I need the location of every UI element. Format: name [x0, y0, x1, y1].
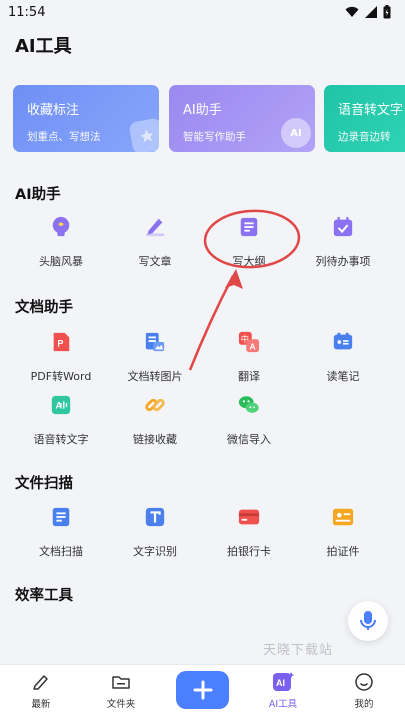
tool-label: 链接收藏 [133, 433, 177, 446]
section-title-file-scan: 文件扫描 [15, 476, 73, 492]
watermark: 天晓下载站 [263, 643, 334, 658]
doc-scan-icon [52, 507, 70, 527]
svg-text:AI: AI [276, 678, 285, 688]
tool-label: 文档转图片 [127, 370, 183, 383]
mic-button[interactable] [348, 601, 388, 641]
smile-icon [355, 673, 373, 691]
tool-write-outline[interactable]: 写大纲 [201, 216, 297, 269]
tool-label: 头脑风暴 [39, 255, 83, 268]
section-title-ai-assistant: AI助手 [15, 187, 61, 203]
folder-icon [112, 676, 130, 689]
pdf-icon: P [53, 332, 70, 352]
notes-icon [333, 332, 353, 350]
text-recognition-icon [145, 507, 165, 527]
nav-label: 我的 [354, 699, 374, 710]
card-voice-to-text[interactable]: 语音转文字 边录音边转 [324, 85, 405, 152]
tool-link-favorites[interactable]: 链接收藏 [107, 394, 203, 447]
ai-icon: AI [273, 672, 294, 691]
card-title: 收藏标注 [27, 103, 80, 118]
battery-icon [383, 5, 391, 19]
card-title: 语音转文字 [338, 103, 404, 118]
nav-label: 最新 [31, 699, 51, 710]
plus-icon [193, 680, 212, 700]
outline-doc-icon [240, 217, 258, 237]
tool-doc-scan[interactable]: 文档扫描 [13, 506, 109, 559]
nav-label: AI工具 [268, 699, 298, 710]
signal-icon [365, 6, 377, 18]
tool-text-recognition[interactable]: 文字识别 [107, 506, 203, 559]
feature-cards: 收藏标注 划重点、写想法 AI助手 智能写作助手 AI 语音转文字 边录音边转 [13, 85, 405, 153]
section-title-doc-assistant: 文档助手 [15, 300, 73, 316]
tool-label: 列待办事项 [315, 255, 371, 268]
status-icons [345, 5, 391, 19]
microphone-icon [360, 611, 376, 630]
wifi-icon [345, 6, 359, 17]
tool-read-notes[interactable]: 读笔记 [295, 331, 391, 384]
nav-label: 文件夹 [106, 699, 136, 710]
tool-label: 读笔记 [326, 370, 360, 383]
tool-write-article[interactable]: 写文章 [107, 216, 203, 269]
ai-badge-icon: AI [281, 118, 311, 148]
tool-bank-card[interactable]: 拍银行卡 [201, 506, 297, 559]
card-title: AI助手 [183, 103, 222, 118]
svg-text:A: A [249, 342, 255, 351]
id-card-icon [332, 508, 354, 526]
tool-doc-to-image[interactable]: 文档转图片 [107, 331, 203, 384]
tool-label: 写文章 [138, 255, 172, 268]
nav-latest[interactable]: 最新 [6, 665, 76, 720]
tool-label: 语音转文字 [33, 433, 89, 446]
audio-text-icon: A [51, 395, 71, 415]
doc-image-icon [145, 332, 165, 352]
card-favorites[interactable]: 收藏标注 划重点、写想法 [13, 85, 159, 152]
tool-label: 翻译 [238, 370, 260, 383]
nav-folder[interactable]: 文件夹 [86, 665, 156, 720]
nav-ai-tools[interactable]: AI AI工具 [248, 665, 318, 720]
tool-label: 文档扫描 [39, 545, 83, 558]
brain-icon [52, 216, 70, 237]
tool-id-card[interactable]: 拍证件 [295, 506, 391, 559]
annotation-arrow-head [225, 269, 243, 289]
translate-icon: 中 A [238, 331, 260, 353]
star-icon [128, 117, 159, 152]
tool-label: 写大纲 [232, 255, 266, 268]
svg-text:P: P [57, 339, 63, 349]
wechat-icon [238, 396, 259, 413]
nav-mine[interactable]: 我的 [329, 665, 399, 720]
bank-card-icon [238, 509, 260, 525]
tool-label: 微信导入 [227, 433, 271, 446]
tool-voice-to-text[interactable]: A 语音转文字 [13, 394, 109, 447]
pen-icon [145, 218, 165, 237]
card-ai-assistant[interactable]: AI助手 智能写作助手 AI [169, 85, 315, 152]
tool-label: 拍银行卡 [227, 545, 271, 558]
link-icon [145, 398, 165, 412]
tool-label: 文字识别 [133, 545, 177, 558]
tool-label: PDF转Word [30, 370, 92, 383]
calendar-check-icon [333, 216, 353, 237]
tool-wechat-import[interactable]: 微信导入 [201, 394, 297, 447]
section-title-efficiency: 效率工具 [15, 588, 73, 604]
status-time: 11:54 [8, 4, 46, 20]
edit-icon [33, 675, 48, 690]
bottom-nav: 最新 文件夹 AI AI工具 我的 [0, 664, 405, 720]
tool-todo-list[interactable]: 列待办事项 [295, 216, 391, 269]
tool-pdf-to-word[interactable]: P PDF转Word [13, 331, 109, 384]
card-badge: AI [290, 127, 302, 139]
page-title: AI工具 [15, 36, 72, 57]
status-bar: 11:54 [0, 0, 405, 24]
tool-label: 拍证件 [326, 545, 360, 558]
card-subtitle: 边录音边转 [338, 131, 391, 143]
tool-translate[interactable]: 中 A 翻译 [201, 331, 297, 384]
tool-brainstorm[interactable]: 头脑风暴 [13, 216, 109, 269]
add-button[interactable] [176, 671, 229, 709]
